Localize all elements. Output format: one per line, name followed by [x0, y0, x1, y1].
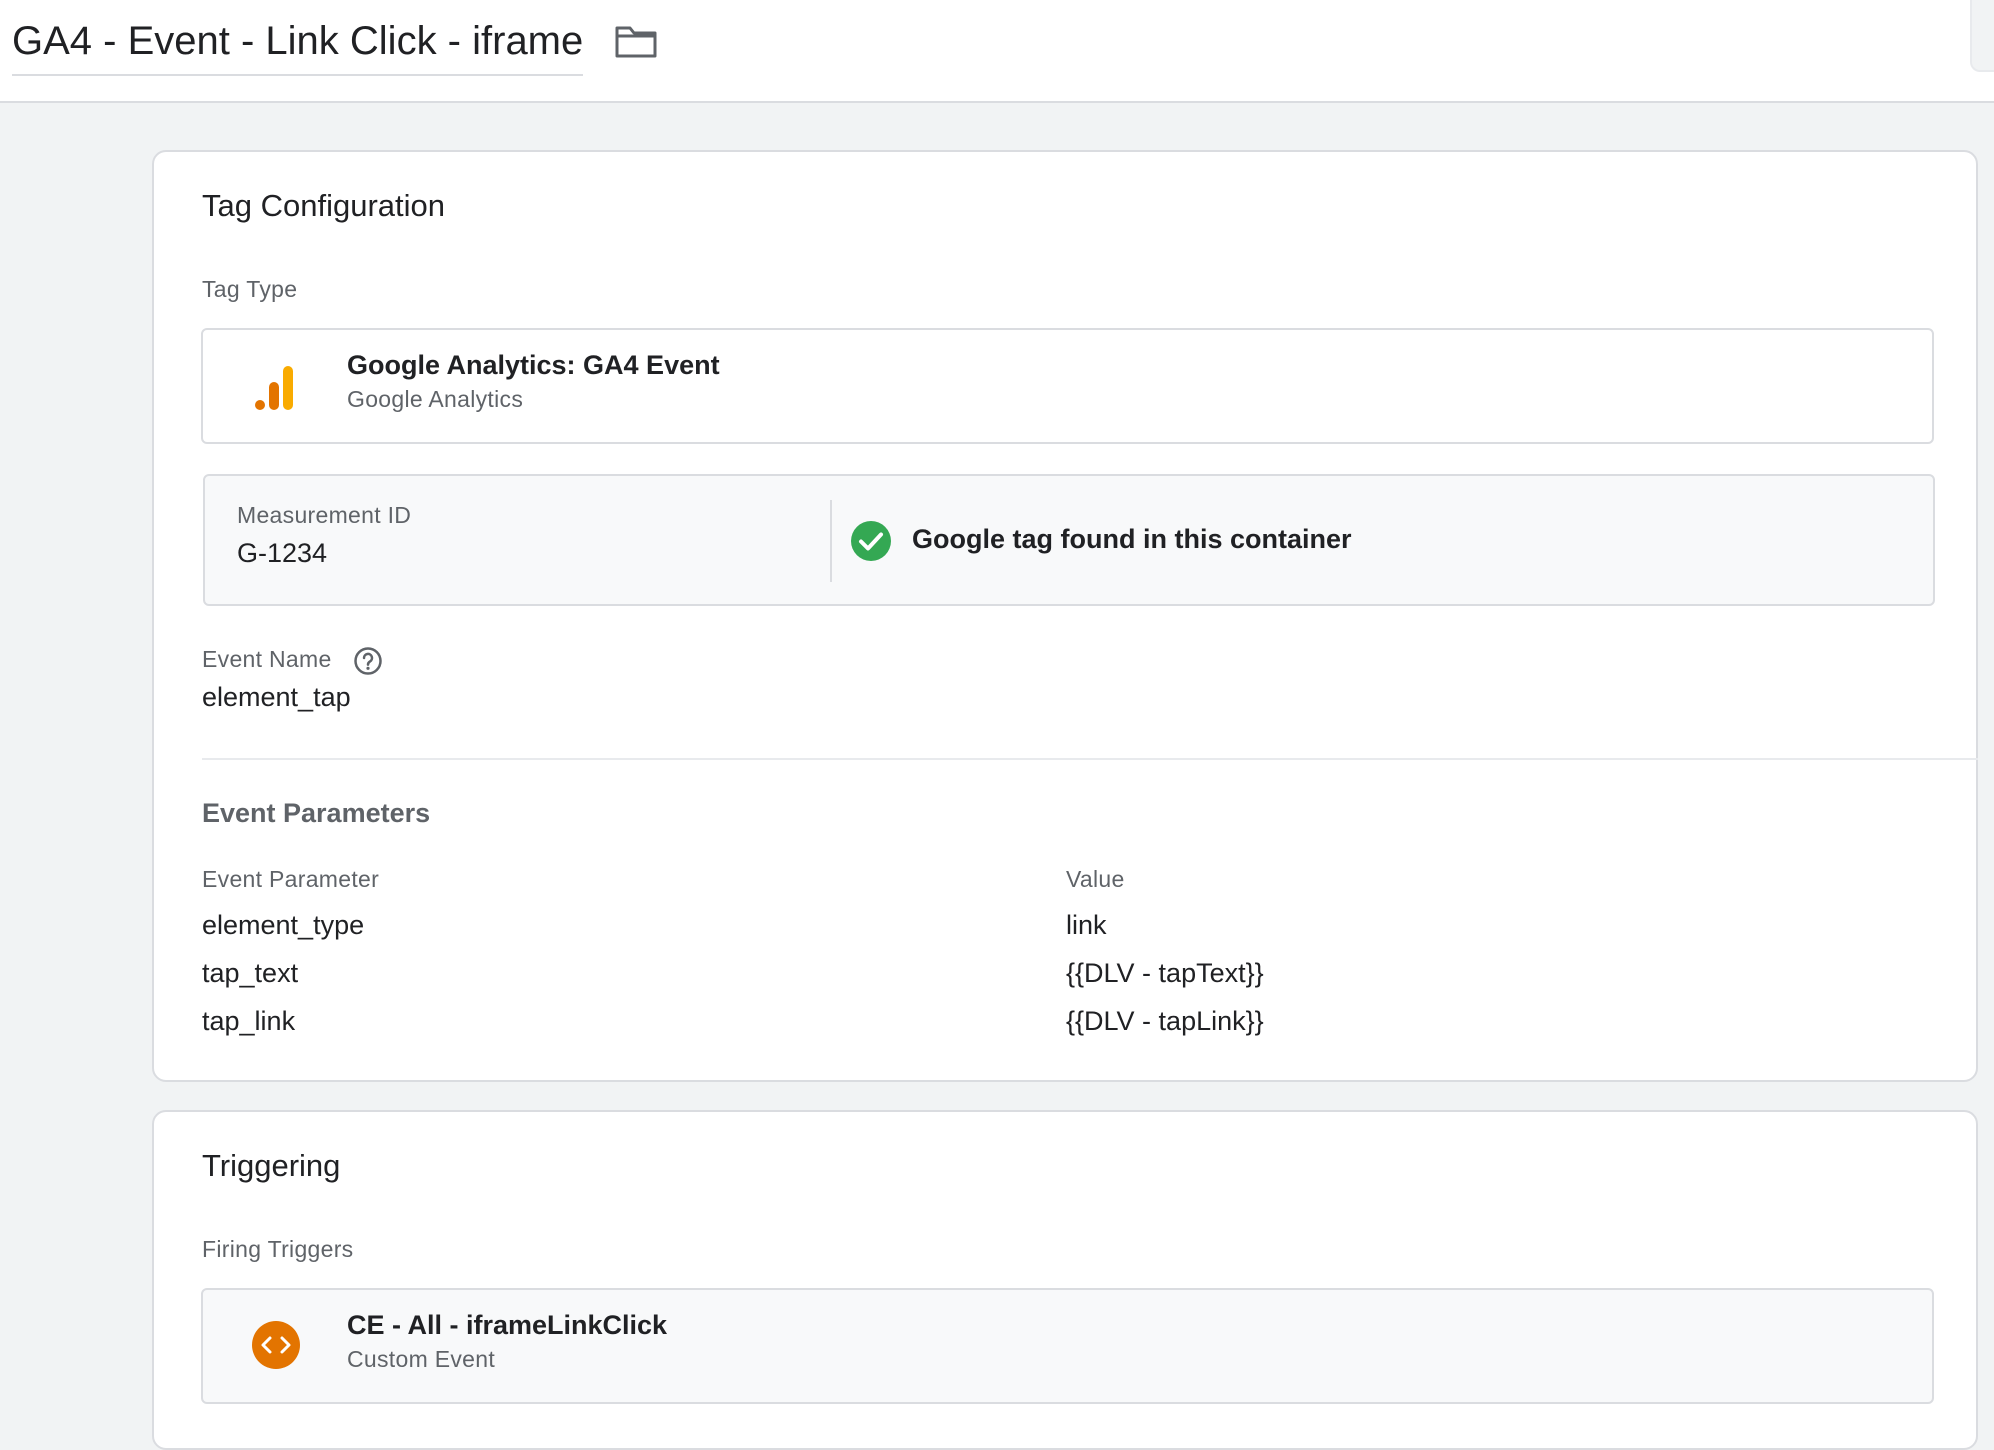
help-icon[interactable]	[353, 646, 383, 676]
folder-icon[interactable]	[614, 23, 658, 59]
tag-name-title[interactable]: GA4 - Event - Link Click - iframe	[12, 18, 584, 76]
panel-divider	[830, 500, 832, 582]
event-name-value: element_tap	[202, 682, 351, 712]
tag-type-selector[interactable]: Google Analytics: GA4 Event Google Analy…	[201, 328, 1934, 444]
section-divider	[202, 758, 1978, 760]
trigger-item[interactable]: CE - All - iframeLinkClick Custom Event	[201, 1288, 1934, 1404]
parameter-value: link	[1066, 910, 1107, 940]
parameter-value: {{DLV - tapText}}	[1066, 958, 1264, 988]
tag-configuration-title: Tag Configuration	[202, 188, 445, 223]
parameter-value: {{DLV - tapLink}}	[1066, 1006, 1264, 1036]
google-analytics-icon	[255, 366, 293, 410]
code-icon	[252, 1321, 300, 1369]
tag-type-label: Tag Type	[202, 276, 298, 302]
check-circle-icon	[851, 521, 891, 561]
measurement-id-label: Measurement ID	[237, 502, 412, 528]
value-column-header: Value	[1066, 866, 1125, 892]
triggering-title: Triggering	[202, 1148, 341, 1183]
header-edge-control	[1970, 0, 1994, 72]
parameter-name: element_type	[202, 910, 365, 940]
measurement-id-panel: Measurement ID G-1234 Google tag found i…	[203, 474, 1935, 606]
parameter-column-header: Event Parameter	[202, 866, 380, 892]
event-parameters-section-label: Event Parameters	[202, 798, 431, 828]
parameter-name: tap_link	[202, 1006, 296, 1036]
event-name-label: Event Name	[202, 646, 332, 672]
trigger-name: CE - All - iframeLinkClick	[347, 1310, 668, 1340]
triggering-card[interactable]: Triggering Firing Triggers CE - All - if…	[152, 1110, 1978, 1450]
parameter-name: tap_text	[202, 958, 299, 988]
measurement-id-value: G-1234	[237, 538, 328, 568]
tag-configuration-card[interactable]: Tag Configuration Tag Type Google Analyt…	[152, 150, 1978, 1082]
google-tag-status: Google tag found in this container	[912, 524, 1352, 554]
tag-type-name: Google Analytics: GA4 Event	[347, 350, 720, 380]
tag-header: GA4 - Event - Link Click - iframe	[0, 0, 1994, 103]
trigger-type: Custom Event	[347, 1346, 496, 1372]
firing-triggers-label: Firing Triggers	[202, 1236, 354, 1262]
tag-type-provider: Google Analytics	[347, 386, 524, 412]
